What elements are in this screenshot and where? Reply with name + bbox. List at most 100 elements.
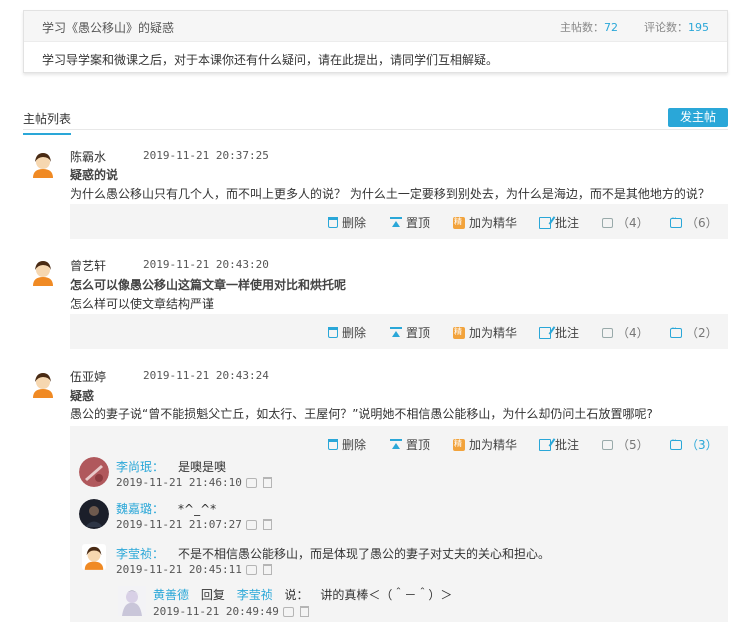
- pin-top-icon: [390, 438, 402, 451]
- reply-time: 2019-11-21 21:07:27: [116, 518, 242, 531]
- said-label: 说：: [284, 588, 309, 602]
- avatar[interactable]: [30, 150, 56, 178]
- delete-button[interactable]: 删除: [328, 214, 366, 231]
- nested-reply: 黄善德 回复 李莹祯 说： 讲的真棒＜（＾－＾）＞: [153, 586, 452, 603]
- main-posts-label: 主帖数：: [560, 21, 604, 34]
- trash-icon: [328, 217, 338, 228]
- feature-button[interactable]: 加为精华: [453, 436, 517, 453]
- reply-author[interactable]: 黄善德: [153, 588, 189, 602]
- reply-icon[interactable]: [245, 564, 257, 575]
- comment-icon: [670, 436, 682, 450]
- reply-author[interactable]: 李尚珉：: [116, 460, 164, 474]
- comment-icon: [670, 324, 682, 338]
- annotate-button[interactable]: 批注: [539, 436, 579, 453]
- delete-button[interactable]: 删除: [328, 324, 366, 341]
- avatar[interactable]: [79, 457, 109, 487]
- pin-button[interactable]: 置顶: [390, 324, 430, 341]
- feature-icon: [453, 326, 465, 339]
- feature-button[interactable]: 加为精华: [453, 214, 517, 231]
- feature-button[interactable]: 加为精华: [453, 324, 517, 341]
- thumbs-up-icon: [602, 439, 613, 450]
- like-button[interactable]: （4）: [602, 324, 649, 341]
- comment-icon: [670, 214, 682, 228]
- post-author[interactable]: 伍亚婷: [70, 368, 106, 385]
- annotate-icon: [539, 326, 551, 339]
- comments-label: 评论数：: [644, 21, 688, 34]
- trash-icon: [328, 439, 338, 450]
- post-time: 2019-11-21 20:43:20: [143, 258, 269, 271]
- reply-word: 回复: [200, 588, 225, 602]
- reply-target[interactable]: 李莹祯: [237, 588, 273, 602]
- annotate-icon: [539, 438, 551, 451]
- topic-header: 学习《愚公移山》的疑惑 主帖数：72 评论数：195: [24, 11, 727, 42]
- trash-icon[interactable]: [262, 564, 272, 575]
- thumbs-up-icon: [602, 327, 613, 338]
- like-button[interactable]: （5）: [602, 436, 649, 453]
- trash-icon[interactable]: [299, 606, 309, 617]
- annotate-button[interactable]: 批注: [539, 324, 579, 341]
- trash-icon[interactable]: [262, 477, 272, 488]
- post-time: 2019-11-21 20:37:25: [143, 149, 269, 162]
- reply-meta: 2019-11-21 21:07:27: [116, 517, 272, 531]
- pin-top-icon: [390, 326, 402, 339]
- post-time: 2019-11-21 20:43:24: [143, 369, 269, 382]
- like-button[interactable]: （4）: [602, 214, 649, 231]
- reply-item: 魏嘉璐： *^_^*: [116, 500, 216, 517]
- reply-item: 李尚珉： 是噢是噢: [116, 458, 226, 475]
- avatar[interactable]: [79, 499, 109, 529]
- post-title: 疑惑的说: [70, 168, 119, 182]
- feature-icon: [453, 438, 465, 451]
- post-action-bar: 删除 置顶 加为精华 批注 （4） （6）: [70, 204, 728, 239]
- feature-icon: [453, 216, 465, 229]
- reply-meta: 2019-11-21 21:46:10: [116, 475, 272, 489]
- main-posts-count: 72: [604, 21, 618, 34]
- post-action-bar: 删除 置顶 加为精华 批注 （4） （2）: [70, 314, 728, 349]
- reply-text: 讲的真棒＜（＾－＾）＞: [320, 588, 453, 602]
- divider: [23, 129, 728, 130]
- annotate-icon: [539, 216, 551, 229]
- reply-meta: 2019-11-21 20:49:49: [153, 604, 309, 618]
- reply-text: 是噢是噢: [178, 460, 227, 474]
- avatar[interactable]: [30, 370, 56, 398]
- reply-text: 不是不相信愚公能移山，而是体现了愚公的妻子对丈夫的关心和担心。: [178, 547, 551, 561]
- post-author[interactable]: 曾艺轩: [70, 257, 106, 274]
- trash-icon: [328, 327, 338, 338]
- comments-count: 195: [688, 21, 709, 34]
- reply-count-button[interactable]: （2）: [670, 324, 718, 341]
- avatar[interactable]: [82, 544, 106, 570]
- reply-time: 2019-11-21 21:46:10: [116, 476, 242, 489]
- reply-author[interactable]: 魏嘉璐：: [116, 502, 164, 516]
- avatar[interactable]: [30, 258, 56, 286]
- reply-author[interactable]: 李莹祯：: [116, 547, 164, 561]
- topic-title: 学习《愚公移山》的疑惑: [42, 21, 175, 35]
- pin-button[interactable]: 置顶: [390, 436, 430, 453]
- tab-main-posts[interactable]: 主帖列表: [23, 110, 72, 135]
- post-body: 为什么愚公移山只有几个人，而不叫上更多人的说？ 为什么土一定要移到别处去，为什么…: [70, 187, 710, 201]
- pin-button[interactable]: 置顶: [390, 214, 430, 231]
- reply-meta: 2019-11-21 20:45:11: [116, 562, 272, 576]
- avatar[interactable]: [118, 586, 146, 616]
- annotate-button[interactable]: 批注: [539, 214, 579, 231]
- reply-item: 李莹祯： 不是不相信愚公能移山，而是体现了愚公的妻子对丈夫的关心和担心。: [116, 545, 550, 562]
- post-body: 怎么样可以使文章结构严谨: [70, 297, 215, 311]
- reply-icon[interactable]: [245, 477, 257, 488]
- reply-time: 2019-11-21 20:45:11: [116, 563, 242, 576]
- post-author[interactable]: 陈霸水: [70, 148, 106, 165]
- reply-count-button[interactable]: （3）: [670, 436, 718, 453]
- trash-icon[interactable]: [262, 519, 272, 530]
- reply-icon[interactable]: [282, 606, 294, 617]
- topic-description: 学习导学案和微课之后，对于本课你还有什么疑问，请在此提出，请同学们互相解疑。: [42, 53, 499, 67]
- topic-stats: 主帖数：72 评论数：195: [560, 19, 709, 35]
- post-body: 愚公的妻子说“曾不能损魁父亡丘，如太行、王屋何？”说明她不相信愚公能移山，为什么…: [70, 407, 653, 421]
- post-title: 怎么可以像愚公移山这篇文章一样使用对比和烘托呢: [70, 278, 347, 292]
- reply-time: 2019-11-21 20:49:49: [153, 605, 279, 618]
- reply-text: *^_^*: [178, 502, 217, 516]
- new-post-button[interactable]: 发主帖: [668, 108, 728, 127]
- topic-card: 学习《愚公移山》的疑惑 主帖数：72 评论数：195 学习导学案和微课之后，对于本…: [23, 10, 728, 73]
- reply-icon[interactable]: [245, 519, 257, 530]
- post-title: 疑惑: [70, 389, 95, 403]
- thumbs-up-icon: [602, 217, 613, 228]
- delete-button[interactable]: 删除: [328, 436, 366, 453]
- reply-count-button[interactable]: （6）: [670, 214, 718, 231]
- pin-top-icon: [390, 216, 402, 229]
